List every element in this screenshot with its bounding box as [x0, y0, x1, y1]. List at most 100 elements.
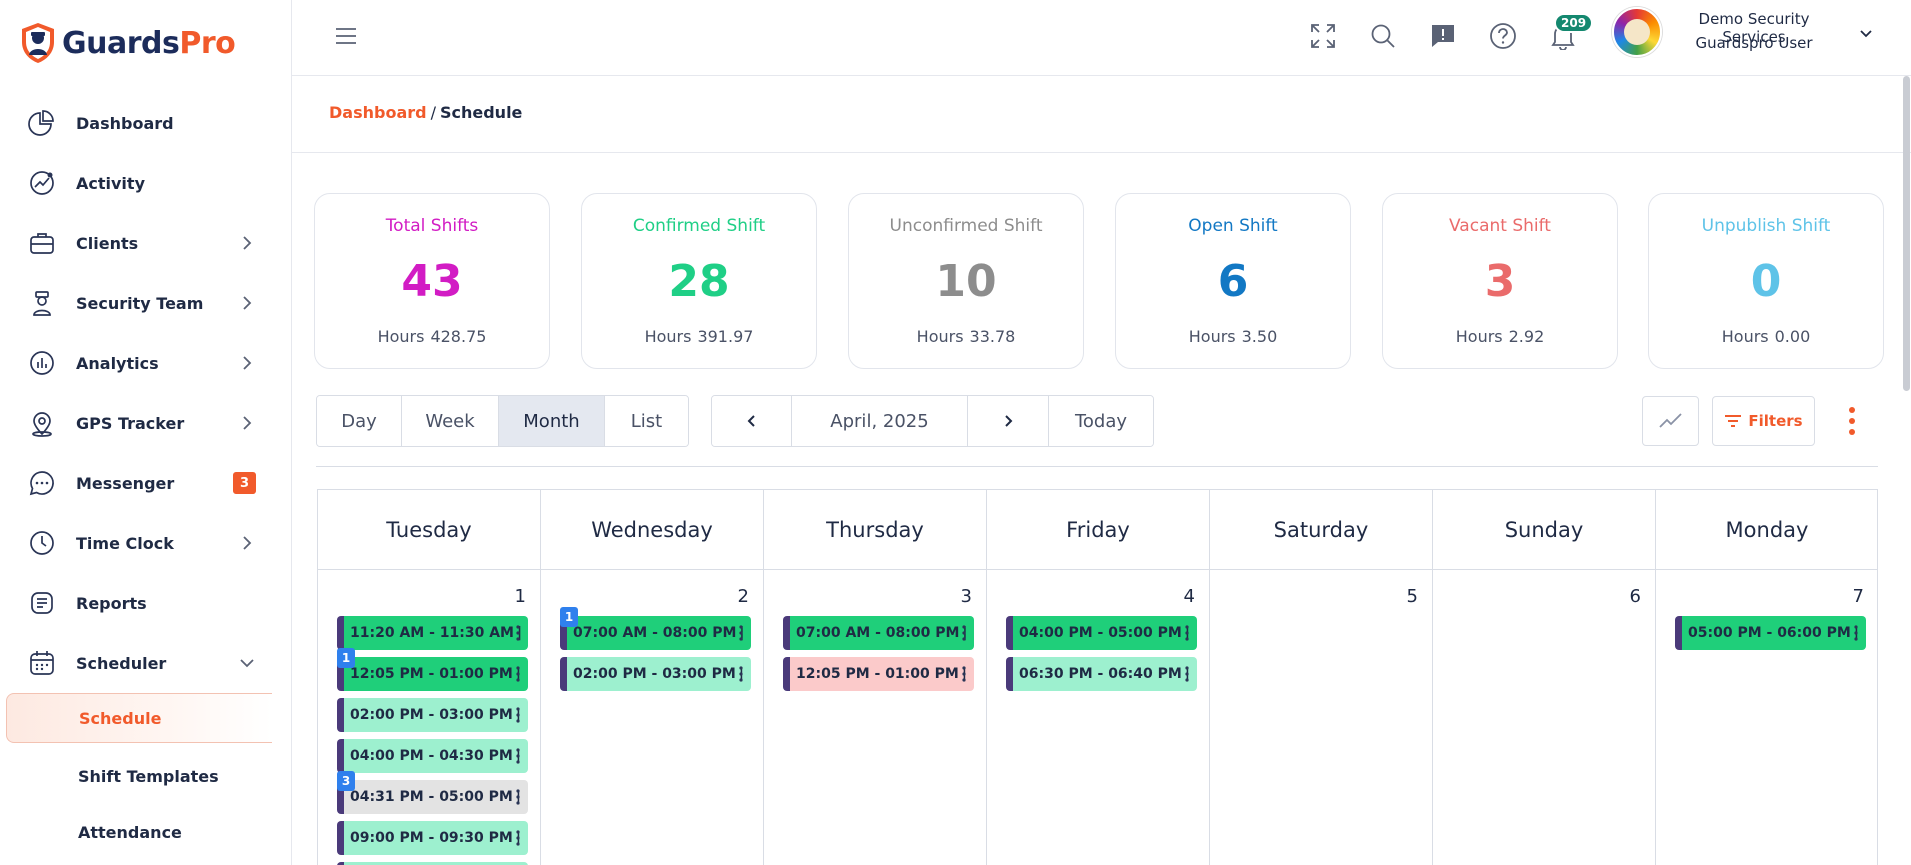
shift-menu-icon[interactable] [962, 666, 966, 682]
view-day-button[interactable]: Day [317, 396, 402, 446]
shift-menu-icon[interactable] [516, 707, 520, 723]
stat-value: 3 [1484, 256, 1516, 307]
stat-title: Confirmed Shift [632, 216, 766, 236]
next-month-button[interactable] [968, 396, 1049, 446]
sidebar-item-reports[interactable]: Reports [0, 573, 292, 633]
shift-entry[interactable]: 05:00 PM - 06:00 PM| [1675, 616, 1866, 650]
view-list-button[interactable]: List [605, 396, 688, 446]
weekday-header-monday: Monday [1656, 490, 1878, 570]
breadcrumb-dashboard-link[interactable]: Dashboard [329, 103, 427, 122]
chevron-right-icon [243, 356, 252, 370]
shift-entry[interactable]: 1 07:00 AM - 08:00 PM| [560, 607, 751, 650]
sidebar-item-scheduler[interactable]: Scheduler [0, 633, 292, 693]
filters-label: Filters [1748, 412, 1803, 430]
help-icon[interactable] [1488, 21, 1518, 51]
shift-menu-icon[interactable] [962, 625, 966, 641]
stat-value: 0 [1750, 256, 1782, 307]
clock-icon [28, 529, 56, 557]
sidebar-item-label: Scheduler [76, 653, 167, 673]
shift-menu-icon[interactable] [516, 625, 520, 641]
shift-entry[interactable]: 02:00 PM - 03:00 PM| [560, 657, 751, 691]
filter-icon [1725, 415, 1742, 427]
view-week-button[interactable]: Week [402, 396, 499, 446]
shift-entry[interactable]: 07:00 AM - 08:00 PM| [783, 616, 974, 650]
shift-entry[interactable]: 04:00 PM - 05:00 PM| [1006, 616, 1197, 650]
avatar[interactable] [1612, 7, 1662, 57]
sidebar-subitem-schedule[interactable]: Schedule [6, 693, 272, 743]
stat-card-unconfirmed-shift[interactable]: Unconfirmed Shift 10 Hours 33.78 [848, 193, 1084, 369]
stat-hours: Hours 33.78 [916, 327, 1016, 346]
view-month-button[interactable]: Month [499, 396, 605, 446]
more-options-icon[interactable] [1840, 404, 1864, 438]
page-scrollbar[interactable] [1903, 76, 1910, 391]
shift-menu-icon[interactable] [516, 830, 520, 846]
breadcrumb-current: Schedule [439, 103, 523, 122]
chat-icon [28, 469, 56, 497]
shift-entry[interactable]: 11:20 AM - 11:30 AM| [337, 616, 528, 650]
calendar-day-cell[interactable]: 2 1 07:00 AM - 08:00 PM| 02:00 PM - 03:0… [541, 570, 764, 865]
shift-menu-icon[interactable] [739, 625, 743, 641]
weekday-header-wednesday: Wednesday [541, 490, 764, 570]
shift-menu-icon[interactable] [1185, 666, 1189, 682]
trend-chart-button[interactable] [1642, 396, 1699, 446]
shift-menu-icon[interactable] [516, 789, 520, 805]
sidebar-item-label: Reports [76, 593, 147, 613]
shift-menu-icon[interactable] [516, 748, 520, 764]
shift-assignee-count-badge: 1 [337, 648, 355, 668]
sidebar-item-clients[interactable]: Clients [0, 213, 292, 273]
day-number: 3 [960, 586, 972, 607]
sidebar-item-gps-tracker[interactable]: GPS Tracker [0, 393, 292, 453]
prev-month-button[interactable] [712, 396, 792, 446]
stat-title: Unpublish Shift [1701, 216, 1831, 236]
stat-value: 43 [401, 256, 463, 307]
stat-card-total-shifts[interactable]: Total Shifts 43 Hours 428.75 [314, 193, 550, 369]
sidebar-item-activity[interactable]: Activity [0, 153, 292, 213]
hamburger-menu-icon[interactable] [334, 24, 358, 48]
calendar-day-cell[interactable]: 4 04:00 PM - 05:00 PM| 06:30 PM - 06:40 … [987, 570, 1210, 865]
activity-icon [28, 169, 56, 197]
shift-entry[interactable]: 1 12:05 PM - 01:00 PM| [337, 648, 528, 691]
stat-card-open-shift[interactable]: Open Shift 6 Hours 3.50 [1115, 193, 1351, 369]
brand-logo[interactable]: GuardsPro [20, 22, 236, 64]
shift-entry[interactable]: 06:30 PM - 06:40 PM| [1006, 657, 1197, 691]
pie-chart-icon [28, 109, 56, 137]
calendar-day-cell[interactable]: 7 05:00 PM - 06:00 PM| [1656, 570, 1878, 865]
divider [292, 152, 1911, 153]
stat-card-confirmed-shift[interactable]: Confirmed Shift 28 Hours 391.97 [581, 193, 817, 369]
weekday-header-friday: Friday [987, 490, 1210, 570]
calendar-day-cell[interactable]: 1 11:20 AM - 11:30 AM| 1 12:05 PM - 01:0… [318, 570, 541, 865]
shift-entry[interactable]: 12:05 PM - 01:00 PM| [783, 657, 974, 691]
shift-time: 11:20 AM - 11:30 AM [350, 625, 514, 641]
sidebar-item-security-team[interactable]: Security Team [0, 273, 292, 333]
stat-card-unpublish-shift[interactable]: Unpublish Shift 0 Hours 0.00 [1648, 193, 1884, 369]
shift-time: 02:00 PM - 03:00 PM [350, 707, 513, 723]
feedback-icon[interactable] [1428, 21, 1458, 51]
filters-button[interactable]: Filters [1712, 396, 1815, 446]
sidebar-item-messenger[interactable]: Messenger 3 [0, 453, 292, 513]
shift-entry[interactable]: 04:00 PM - 04:30 PM| [337, 739, 528, 773]
stat-value: 28 [668, 256, 730, 307]
chevron-down-icon[interactable] [1858, 26, 1874, 42]
calendar-day-cell[interactable]: 6 [1433, 570, 1656, 865]
messenger-unread-badge: 3 [233, 472, 256, 494]
sidebar-subitem-attendance[interactable]: Attendance [0, 804, 292, 860]
fullscreen-icon[interactable] [1308, 21, 1338, 51]
sidebar-item-label: Messenger [76, 473, 175, 493]
sidebar-item-dashboard[interactable]: Dashboard [0, 93, 292, 153]
stat-card-vacant-shift[interactable]: Vacant Shift 3 Hours 2.92 [1382, 193, 1618, 369]
shift-entry[interactable]: 09:00 PM - 09:30 PM| [337, 821, 528, 855]
sidebar-item-analytics[interactable]: Analytics [0, 333, 292, 393]
sidebar-subitem-shift-templates[interactable]: Shift Templates [0, 748, 292, 804]
shift-entry[interactable]: 02:00 PM - 03:00 PM| [337, 698, 528, 732]
shift-entry[interactable]: 3 04:31 PM - 05:00 PM| [337, 771, 528, 814]
shift-menu-icon[interactable] [1185, 625, 1189, 641]
sidebar-item-time-clock[interactable]: Time Clock [0, 513, 292, 573]
search-icon[interactable] [1368, 21, 1398, 51]
today-button[interactable]: Today [1049, 396, 1153, 446]
shift-menu-icon[interactable] [1854, 625, 1858, 641]
user-role: Guardspro User [1695, 34, 1813, 52]
calendar-day-cell[interactable]: 3 07:00 AM - 08:00 PM| 12:05 PM - 01:00 … [764, 570, 987, 865]
shift-menu-icon[interactable] [739, 666, 743, 682]
calendar-day-cell[interactable]: 5 [1210, 570, 1433, 865]
shift-menu-icon[interactable] [516, 666, 520, 682]
